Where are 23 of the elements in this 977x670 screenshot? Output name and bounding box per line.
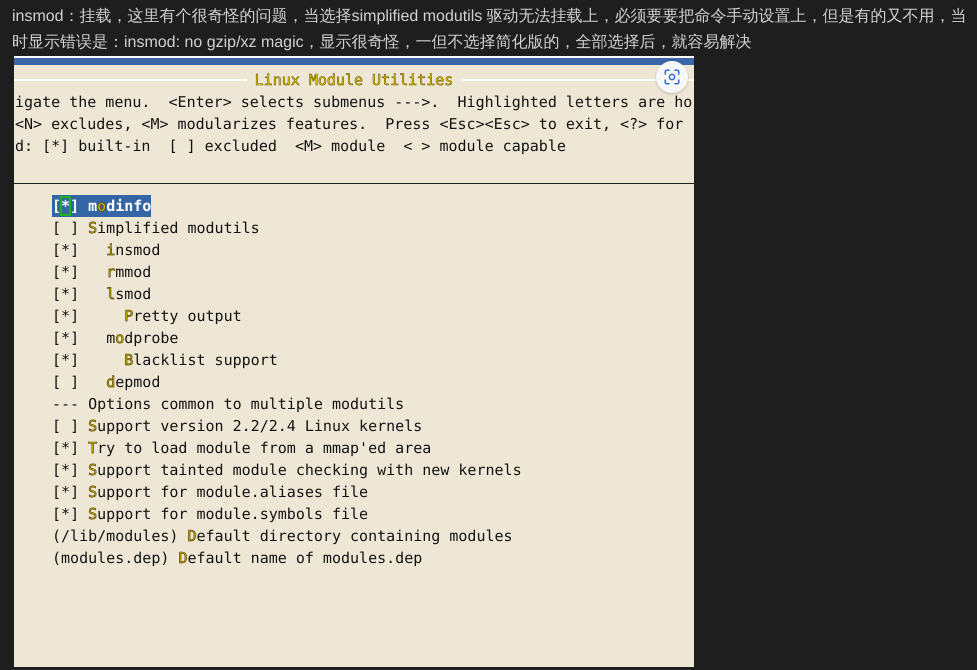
menu-item[interactable]: [*] modprobe bbox=[52, 327, 178, 349]
menu-item[interactable]: (/lib/modules) Default directory containing modules bbox=[52, 525, 513, 547]
article-paragraph: insmod：挂载，这里有个很奇怪的问题，当选择simplified modutils 驱动无法挂载上，必须要要把命令手动设置上，但是有的又不用，当时显示错误是：insmod: no gzip/xz magic，显示很奇怪，一但不选择简化版的，全部选择后，就容易解决 bbox=[12, 6, 968, 53]
menu-item[interactable]: [*] Try to load module from a mmap'ed area bbox=[52, 437, 432, 459]
menu-item[interactable]: [*] lsmod bbox=[52, 283, 152, 305]
scan-icon[interactable] bbox=[656, 61, 688, 93]
help-text: igate the menu. <Enter> selects submenus --->. Highlighted letters are ho bbox=[14, 92, 694, 113]
menu-item[interactable]: [*] Support for module.symbols file bbox=[52, 503, 368, 525]
help-text: d: [*] built-in [ ] excluded <M> module < > module capable bbox=[14, 136, 567, 157]
menu-item[interactable]: [*] insmod bbox=[52, 239, 160, 261]
help-text: <N> excludes, <M> modularizes features. Press <Esc><Esc> to exit, <?> for bbox=[14, 114, 684, 135]
menu-item[interactable]: [ ] depmod bbox=[52, 371, 160, 393]
menu-item[interactable]: [*] Support for module.aliases file bbox=[52, 481, 368, 503]
menu-item[interactable]: (modules.dep) Default name of modules.dep bbox=[52, 547, 422, 569]
menu-item[interactable]: [ ] Support version 2.2/2.4 Linux kernels bbox=[52, 415, 422, 437]
menu-item[interactable]: [*] Pretty output bbox=[52, 305, 242, 327]
window-title: Linux Module Utilities bbox=[254, 72, 454, 88]
menu-item[interactable]: [*] Support tainted module checking with new kernels bbox=[52, 459, 522, 481]
menu-item[interactable]: [*] modinfo bbox=[52, 195, 152, 217]
menu-item[interactable]: [*] rmmod bbox=[52, 261, 152, 283]
menu-item[interactable]: --- Options common to multiple modutils bbox=[52, 393, 404, 415]
menu-item[interactable]: [*] Blacklist support bbox=[52, 349, 278, 371]
menu-item[interactable]: [ ] Simplified modutils bbox=[52, 217, 260, 239]
